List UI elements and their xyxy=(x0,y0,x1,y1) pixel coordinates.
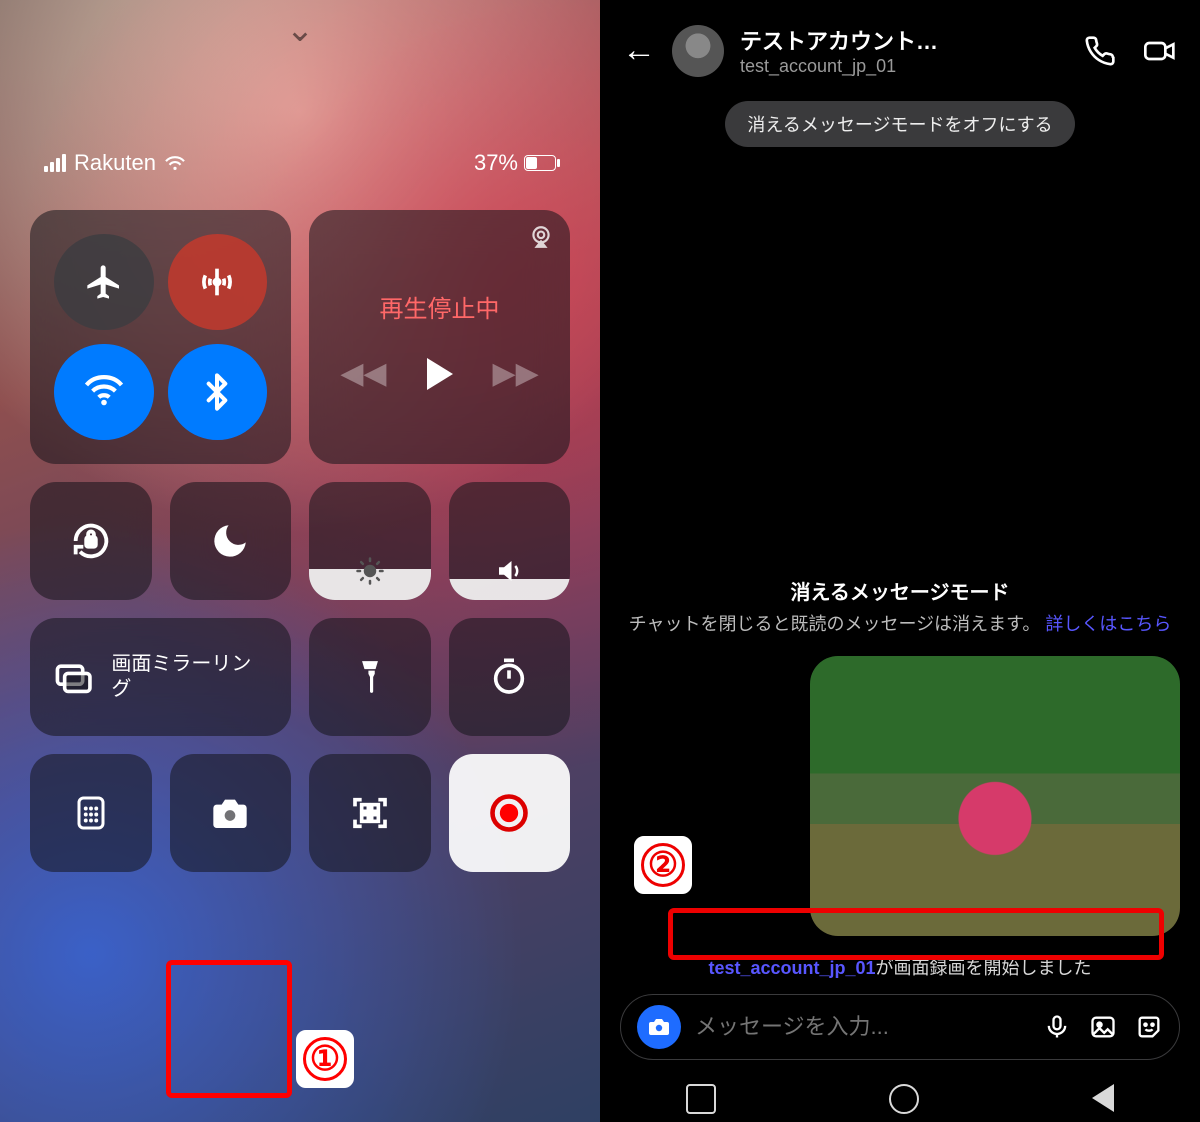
chevron-down-icon: ⌄ xyxy=(286,10,315,50)
battery-percent: 37% xyxy=(474,150,518,176)
cellular-data-button[interactable] xyxy=(168,234,268,330)
vanish-mode-title: 消えるメッセージモード xyxy=(791,576,1010,605)
airplane-mode-button[interactable] xyxy=(54,234,154,330)
volume-icon xyxy=(494,556,524,586)
annotation-number-2: ② xyxy=(634,836,692,894)
audio-call-icon[interactable] xyxy=(1084,35,1116,67)
mic-icon[interactable] xyxy=(1043,1013,1071,1041)
timer-button[interactable] xyxy=(449,618,571,736)
do-not-disturb-button[interactable] xyxy=(170,482,292,600)
wifi-status-icon xyxy=(164,154,186,172)
ios-control-center: ⌄ Rakuten 37% xyxy=(0,0,600,1122)
signal-icon xyxy=(44,154,66,172)
chat-body: 消えるメッセージモード チャットを閉じると既読のメッセージは消えます。 詳しくは… xyxy=(600,147,1200,1070)
avatar[interactable] xyxy=(672,25,724,77)
status-bar: Rakuten 37% xyxy=(0,150,600,176)
play-button[interactable] xyxy=(427,358,453,390)
screen-record-notice: test_account_jp_01が画面録画を開始しました xyxy=(704,944,1095,994)
chat-dm-screen: ← テストアカウント… test_account_jp_01 消えるメッセージモ… xyxy=(600,0,1200,1122)
flashlight-button[interactable] xyxy=(309,618,431,736)
media-playback-tile[interactable]: 再生停止中 ◀◀ ▶▶ xyxy=(309,210,570,464)
screen-mirroring-button[interactable]: 画面ミラーリング xyxy=(30,618,291,736)
calculator-button[interactable] xyxy=(30,754,152,872)
nav-back-icon[interactable] xyxy=(1092,1084,1114,1112)
android-nav-bar xyxy=(600,1070,1200,1122)
camera-capture-button[interactable] xyxy=(637,1005,681,1049)
media-status-label: 再生停止中 xyxy=(380,289,500,324)
wifi-button[interactable] xyxy=(54,344,154,440)
vanish-mode-link[interactable]: 詳しくはこちら xyxy=(1045,614,1171,634)
connectivity-tile[interactable] xyxy=(30,210,291,464)
chat-header: ← テストアカウント… test_account_jp_01 xyxy=(600,0,1200,87)
annotation-number-1: ① xyxy=(296,1030,354,1088)
message-input-bar xyxy=(620,994,1180,1060)
chat-username: test_account_jp_01 xyxy=(740,56,1068,77)
carrier-label: Rakuten xyxy=(74,150,156,176)
brightness-slider[interactable] xyxy=(309,482,431,600)
battery-icon xyxy=(524,155,556,171)
forward-button[interactable]: ▶▶ xyxy=(493,356,539,391)
screen-mirroring-label: 画面ミラーリング xyxy=(111,652,269,702)
airplay-icon[interactable] xyxy=(528,224,554,250)
screen-record-button[interactable] xyxy=(449,754,571,872)
volume-slider[interactable] xyxy=(449,482,571,600)
rewind-button[interactable]: ◀◀ xyxy=(340,356,386,391)
gallery-icon[interactable] xyxy=(1089,1013,1117,1041)
nav-recent-icon[interactable] xyxy=(686,1084,716,1114)
video-call-icon[interactable] xyxy=(1142,35,1178,67)
bluetooth-button[interactable] xyxy=(168,344,268,440)
sticker-icon[interactable] xyxy=(1135,1013,1163,1041)
camera-button[interactable] xyxy=(170,754,292,872)
vanish-mode-pill[interactable]: 消えるメッセージモードをオフにする xyxy=(725,101,1074,147)
vanish-mode-description: チャットを閉じると既読のメッセージは消えます。 詳しくはこちら xyxy=(629,611,1172,638)
back-arrow-icon[interactable]: ← xyxy=(622,31,656,70)
photo-message[interactable] xyxy=(810,656,1180,936)
nav-home-icon[interactable] xyxy=(889,1084,919,1114)
chat-display-name: テストアカウント… xyxy=(740,24,1068,56)
brightness-icon xyxy=(355,556,385,586)
message-input[interactable] xyxy=(695,1014,1029,1040)
qr-scan-button[interactable] xyxy=(309,754,431,872)
orientation-lock-button[interactable] xyxy=(30,482,152,600)
